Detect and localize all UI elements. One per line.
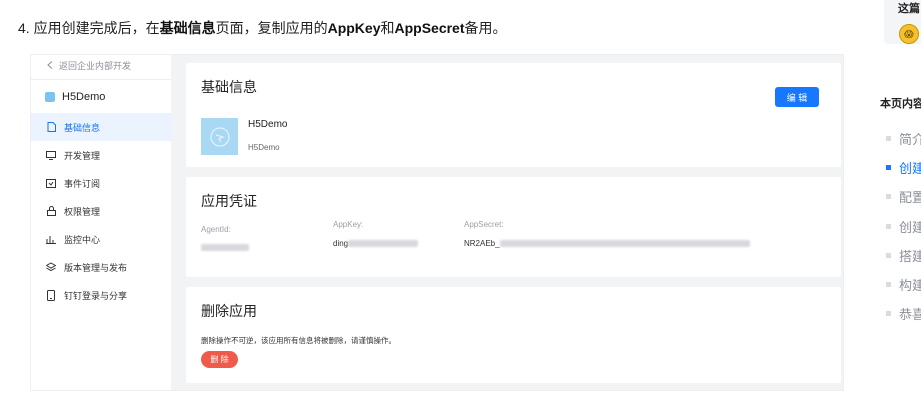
step-mid: 页面，复制应用的 (215, 20, 328, 36)
sidebar-item-basic-info[interactable]: 基础信息 (31, 113, 171, 141)
delete-app-card: 删除应用 删除操作不可逆，该应用所有信息将被删除，请谨慎操作。 删 除 (186, 287, 841, 383)
app-logo (201, 118, 238, 155)
edit-button[interactable]: 编 辑 (775, 87, 819, 107)
appsecret-prefix: NR2AEb_ (464, 239, 500, 248)
credentials-title: 应用凭证 (201, 193, 257, 209)
agentid-label: AgentId: (201, 225, 231, 234)
app-header: H5Demo (45, 91, 105, 103)
step-prefix: 4. 应用创建完成后，在 (18, 20, 160, 36)
sidebar-item-label: 事件订阅 (64, 178, 101, 189)
toc-bullet-icon (886, 194, 891, 199)
toc-item[interactable]: 构建 (886, 275, 921, 294)
credentials-card: 应用凭证 AgentId: AppKey: ding AppSecret: NR… (186, 177, 841, 277)
sidebar-item-event-subscription[interactable]: 事件订阅 (31, 169, 171, 197)
app-logo-icon (210, 127, 229, 146)
divider (31, 79, 171, 80)
lock-icon (46, 206, 56, 216)
toc-item[interactable]: 搭建 (886, 246, 921, 265)
toc-bullet-icon (886, 224, 891, 229)
delete-app-title: 删除应用 (201, 303, 257, 319)
toc-item-label: 构建 (899, 278, 921, 293)
toc-item[interactable]: 恭喜 (886, 304, 921, 323)
appkey-prefix: ding (333, 239, 349, 248)
basic-info-title: 基础信息 (201, 79, 257, 95)
bar-chart-icon (46, 234, 56, 244)
sidebar-item-login-share[interactable]: 钉钉登录与分享 (31, 281, 171, 309)
sidebar-item-monitoring[interactable]: 监控中心 (31, 225, 171, 253)
step-instruction: 4. 应用创建完成后，在基础信息页面，复制应用的AppKey和AppSecret… (18, 18, 507, 38)
toc-bullet-icon (886, 136, 891, 141)
console-screenshot: 返回企业内部开发 H5Demo 基础信息 开发管理 事件订阅 权限管理 监控中心… (30, 54, 844, 391)
appsecret-value[interactable]: NR2AEb_ (464, 239, 750, 248)
toc-item-label: 创建 (899, 161, 921, 176)
back-link[interactable]: 返回企业内部开发 (47, 59, 131, 72)
phone-icon (46, 289, 56, 301)
sidebar-item-label: 监控中心 (64, 234, 101, 245)
toc-item-label: 简介 (899, 132, 921, 147)
chevron-left-icon (47, 60, 53, 71)
app-header-name: H5Demo (62, 91, 106, 103)
toc-item[interactable]: 创建 (886, 158, 921, 177)
toc-item-label: 恭喜 (899, 307, 921, 322)
back-link-label: 返回企业内部开发 (59, 61, 132, 71)
basic-info-card: 基础信息 编 辑 H5Demo H5Demo (186, 63, 841, 167)
toc-bullet-icon (886, 165, 891, 170)
redacted-value (201, 244, 249, 252)
toc-bullet-icon (886, 311, 891, 316)
toc-item[interactable]: 配置 (886, 187, 921, 206)
delete-button[interactable]: 删 除 (201, 351, 238, 368)
sidebar-item-label: 版本管理与发布 (64, 262, 128, 273)
step-and: 和 (380, 20, 395, 36)
toc-bullet-icon (886, 253, 891, 258)
app-color-icon (45, 92, 55, 102)
sidebar-item-label: 开发管理 (64, 150, 101, 161)
feedback-prompt: 这篇 (898, 3, 920, 15)
agentid-value[interactable] (201, 243, 249, 252)
toc-item-label: 创建 (899, 220, 921, 235)
step-bold-appsecret: AppSecret (394, 20, 465, 36)
sidebar-item-dev-management[interactable]: 开发管理 (31, 141, 171, 169)
delete-warning: 删除操作不可逆，该应用所有信息将被删除，请谨慎操作。 (201, 336, 396, 345)
app-description: H5Demo (248, 143, 280, 152)
step-bold-basic-info: 基础信息 (159, 20, 216, 36)
redacted-value (499, 240, 750, 248)
sidebar-item-label: 钉钉登录与分享 (64, 290, 128, 301)
document-icon (46, 122, 56, 132)
sidebar-item-permissions[interactable]: 权限管理 (31, 197, 171, 225)
calendar-icon (46, 178, 56, 188)
monitor-icon (46, 150, 56, 160)
emoji-reaction-icon[interactable]: 😱 (899, 24, 919, 44)
toc-title: 本页内容 (880, 98, 921, 110)
app-name: H5Demo (248, 119, 288, 130)
sidebar: 返回企业内部开发 H5Demo 基础信息 开发管理 事件订阅 权限管理 监控中心… (31, 55, 171, 390)
step-bold-appkey: AppKey (327, 20, 381, 36)
toc-item[interactable]: 简介 (886, 129, 921, 148)
layers-icon (46, 262, 56, 272)
toc-item[interactable]: 创建 (886, 217, 921, 236)
redacted-value (348, 240, 419, 248)
step-suffix: 备用。 (464, 20, 507, 36)
toc-item-label: 搭建 (899, 249, 921, 264)
sidebar-item-version-release[interactable]: 版本管理与发布 (31, 253, 171, 281)
sidebar-menu: 基础信息 开发管理 事件订阅 权限管理 监控中心 版本管理与发布 钉钉登录与分享 (31, 113, 171, 309)
sidebar-item-label: 权限管理 (64, 206, 101, 217)
appkey-value[interactable]: ding (333, 239, 419, 248)
sidebar-item-label: 基础信息 (64, 122, 101, 133)
appsecret-label: AppSecret: (464, 220, 504, 229)
appkey-label: AppKey: (333, 220, 364, 229)
toc-item-label: 配置 (899, 190, 921, 205)
toc-bullet-icon (886, 282, 891, 287)
